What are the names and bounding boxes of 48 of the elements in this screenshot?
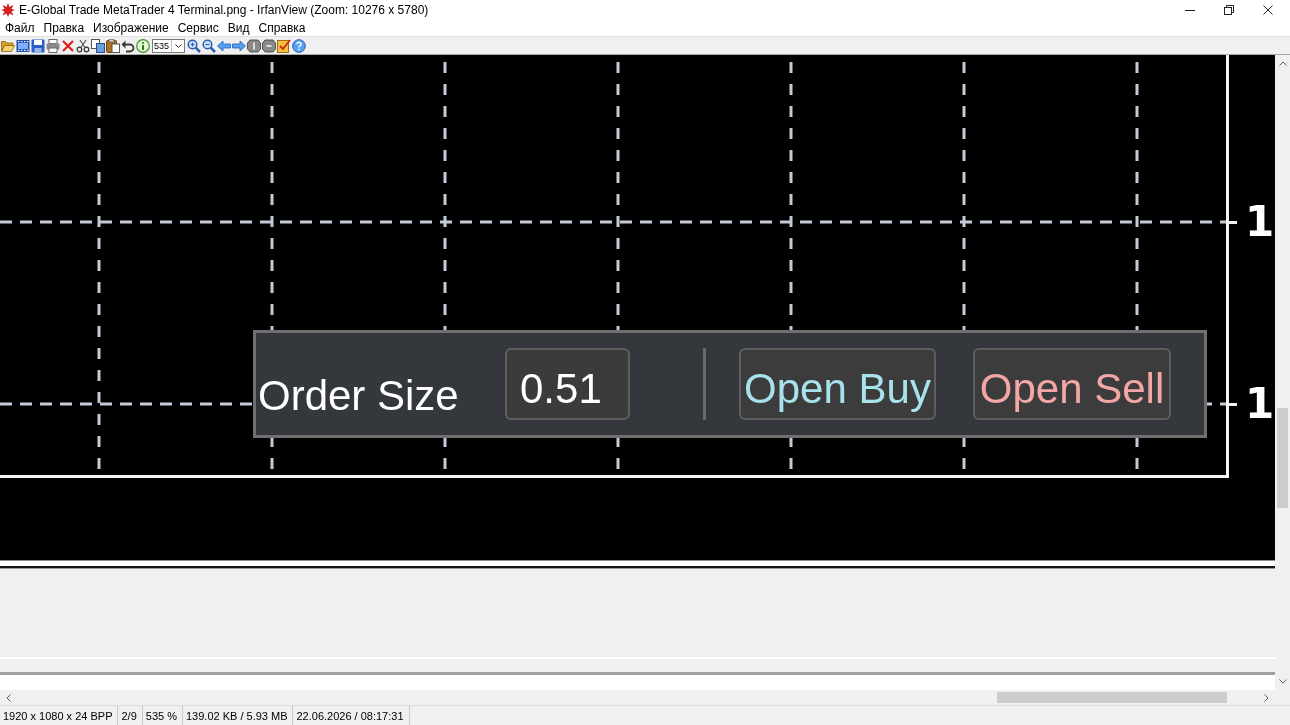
- price-label: 1: [1245, 383, 1275, 425]
- scrollbar-thumb[interactable]: [997, 692, 1227, 703]
- order-size-label: Order Size: [258, 374, 459, 417]
- zoom-out-icon[interactable]: [202, 38, 217, 53]
- status-text: 1920 x 1080 x 24 BPP: [3, 709, 113, 722]
- menu-item[interactable]: Изображение: [93, 21, 169, 35]
- splat-icon: [1, 3, 15, 17]
- copy-icon[interactable]: [91, 38, 105, 53]
- menu-item[interactable]: Правка: [43, 21, 85, 35]
- window-title: E-Global Trade MetaTrader 4 Terminal.png - IrfanView (Zoom: 10276 x 5780): [19, 3, 430, 17]
- hexagon-icon[interactable]: [262, 38, 277, 53]
- chevron-up-icon[interactable]: [1278, 61, 1287, 66]
- caret-icon: [174, 43, 182, 48]
- menu-item[interactable]: Вид: [227, 21, 250, 35]
- clipboard-icon[interactable]: [106, 38, 120, 53]
- undo-icon[interactable]: [121, 38, 135, 53]
- close-icon[interactable]: [1262, 5, 1273, 15]
- menu-item[interactable]: Справка: [258, 21, 306, 35]
- scissors-icon[interactable]: [76, 38, 90, 53]
- chevron-right-icon[interactable]: [1264, 693, 1269, 702]
- chevron-down-icon[interactable]: [1278, 679, 1287, 684]
- folder-icon[interactable]: [1, 38, 15, 53]
- arrow-left-icon[interactable]: [217, 38, 232, 53]
- status-text: 22.06.2026 / 08:17:31: [296, 709, 404, 722]
- status-text: 139.02 KB / 5.93 MB: [185, 709, 288, 722]
- sell-button[interactable]: Open Sell: [973, 348, 1171, 420]
- price-label: 1: [1245, 201, 1275, 243]
- filmstrip-icon[interactable]: [16, 38, 30, 53]
- save-icon[interactable]: [31, 38, 45, 53]
- printer-icon[interactable]: [46, 38, 60, 53]
- buy-button[interactable]: Open Buy: [739, 348, 936, 420]
- status-text: 535 %: [145, 709, 177, 722]
- arrow-right-icon[interactable]: [232, 38, 247, 53]
- help-icon[interactable]: [292, 38, 307, 53]
- info-icon[interactable]: [136, 38, 150, 53]
- zoom-dropdown[interactable]: 535: [152, 38, 186, 53]
- minimize-icon[interactable]: [1184, 9, 1195, 11]
- order-size-field[interactable]: 0.51: [505, 348, 630, 420]
- menu-item[interactable]: Сервис: [177, 21, 219, 35]
- hexagon-icon[interactable]: [247, 38, 262, 53]
- cross-icon[interactable]: [61, 38, 75, 53]
- zoom-in-icon[interactable]: [187, 38, 202, 53]
- checkbox-icon[interactable]: [277, 38, 292, 53]
- chevron-left-icon[interactable]: [6, 693, 11, 702]
- restore-icon[interactable]: [1223, 5, 1234, 15]
- status-text: 2/9: [121, 709, 137, 722]
- menu-item[interactable]: Файл: [5, 21, 35, 35]
- scrollbar-thumb[interactable]: [1277, 408, 1288, 508]
